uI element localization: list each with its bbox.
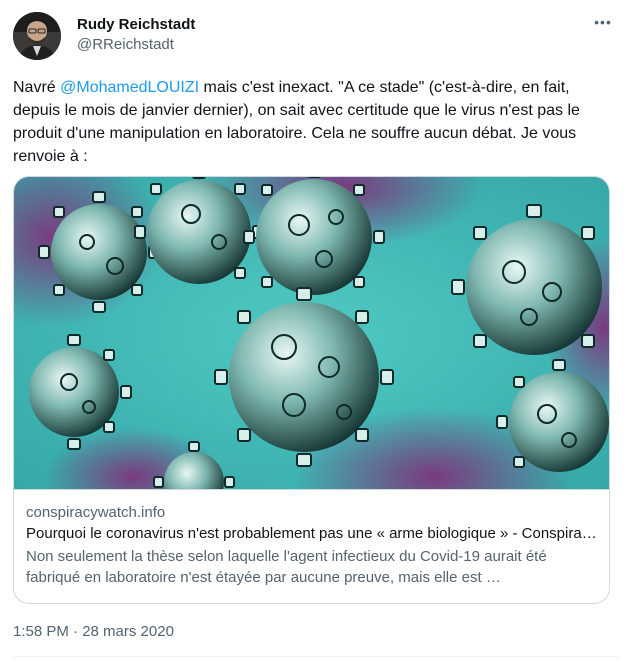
- tweet-text-start: Navré: [13, 79, 61, 96]
- card-domain: conspiracywatch.info: [26, 504, 166, 521]
- author-info: Rudy Reichstadt @RReichstadt: [77, 15, 195, 55]
- coronavirus-illustration-icon[interactable]: [14, 177, 609, 489]
- user-handle[interactable]: @RReichstadt: [77, 35, 195, 55]
- divider: [13, 656, 619, 657]
- tweet-timestamp[interactable]: 1:58 PM · 28 mars 2020: [13, 622, 174, 642]
- card-title: Pourquoi le coronavirus n'est probableme…: [26, 525, 599, 542]
- link-card-info[interactable]: conspiracywatch.info Pourquoi le coronav…: [14, 489, 609, 603]
- mention-link[interactable]: @MohamedLOUIZI: [60, 79, 199, 96]
- tweet-header: Rudy Reichstadt @RReichstadt •••: [13, 10, 619, 66]
- more-options-icon[interactable]: •••: [591, 14, 615, 34]
- tweet: Rudy Reichstadt @RReichstadt ••• Navré @…: [0, 0, 633, 665]
- display-name[interactable]: Rudy Reichstadt: [77, 15, 195, 35]
- link-card[interactable]: conspiracywatch.info Pourquoi le coronav…: [13, 176, 610, 604]
- avatar[interactable]: [13, 12, 61, 60]
- tweet-text: Navré @MohamedLOUIZI mais c'est inexact.…: [13, 76, 613, 168]
- card-description: Non seulement la thèse selon laquelle l'…: [26, 548, 547, 586]
